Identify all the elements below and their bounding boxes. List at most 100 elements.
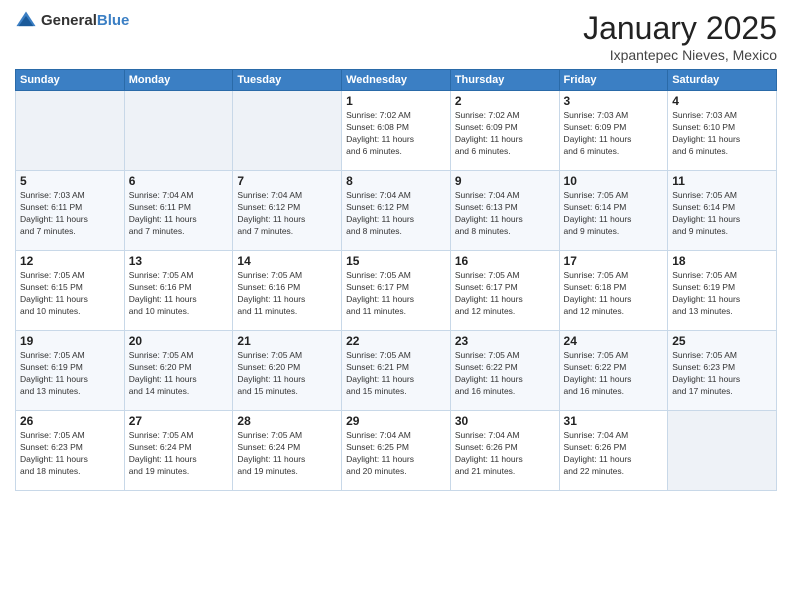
calendar-cell: 20 Sunrise: 7:05 AM Sunset: 6:20 PM Dayli… [124,331,233,411]
day-info: Sunrise: 7:05 AM Sunset: 6:23 PM Dayligh… [672,350,772,398]
day-info: Sunrise: 7:05 AM Sunset: 6:14 PM Dayligh… [564,190,664,238]
day-number: 20 [129,334,229,348]
day-info: Sunrise: 7:05 AM Sunset: 6:15 PM Dayligh… [20,270,120,318]
col-tuesday: Tuesday [233,70,342,91]
col-friday: Friday [559,70,668,91]
col-wednesday: Wednesday [342,70,451,91]
calendar-cell: 30 Sunrise: 7:04 AM Sunset: 6:26 PM Dayli… [450,411,559,491]
day-info: Sunrise: 7:04 AM Sunset: 6:12 PM Dayligh… [237,190,337,238]
location-title: Ixpantepec Nieves, Mexico [583,47,777,63]
day-info: Sunrise: 7:05 AM Sunset: 6:16 PM Dayligh… [129,270,229,318]
calendar-cell [233,91,342,171]
day-info: Sunrise: 7:05 AM Sunset: 6:14 PM Dayligh… [672,190,772,238]
calendar-header: Sunday Monday Tuesday Wednesday Thursday… [16,70,777,91]
day-number: 3 [564,94,664,108]
day-number: 24 [564,334,664,348]
day-number: 14 [237,254,337,268]
day-info: Sunrise: 7:05 AM Sunset: 6:18 PM Dayligh… [564,270,664,318]
day-number: 26 [20,414,120,428]
day-number: 19 [20,334,120,348]
calendar-cell: 9Sunrise: 7:04 AM Sunset: 6:13 PM Daylig… [450,171,559,251]
day-info: Sunrise: 7:02 AM Sunset: 6:08 PM Dayligh… [346,110,446,158]
day-info: Sunrise: 7:05 AM Sunset: 6:17 PM Dayligh… [346,270,446,318]
calendar-body: 1Sunrise: 7:02 AM Sunset: 6:08 PM Daylig… [16,91,777,491]
day-info: Sunrise: 7:04 AM Sunset: 6:26 PM Dayligh… [455,430,555,478]
calendar-week-2: 5Sunrise: 7:03 AM Sunset: 6:11 PM Daylig… [16,171,777,251]
day-info: Sunrise: 7:05 AM Sunset: 6:16 PM Dayligh… [237,270,337,318]
calendar-cell: 25 Sunrise: 7:05 AM Sunset: 6:23 PM Dayli… [668,331,777,411]
day-number: 8 [346,174,446,188]
day-number: 18 [672,254,772,268]
calendar-cell: 21 Sunrise: 7:05 AM Sunset: 6:20 PM Dayli… [233,331,342,411]
day-number: 28 [237,414,337,428]
day-info: Sunrise: 7:03 AM Sunset: 6:09 PM Dayligh… [564,110,664,158]
day-info: Sunrise: 7:05 AM Sunset: 6:21 PM Dayligh… [346,350,446,398]
header-row: Sunday Monday Tuesday Wednesday Thursday… [16,70,777,91]
calendar-cell: 19 Sunrise: 7:05 AM Sunset: 6:19 PM Dayli… [16,331,125,411]
logo-icon [15,10,37,32]
col-monday: Monday [124,70,233,91]
page-container: GeneralBlue January 2025 Ixpantepec Niev… [0,0,792,501]
calendar-cell: 10 Sunrise: 7:05 AM Sunset: 6:14 PM Dayli… [559,171,668,251]
day-info: Sunrise: 7:03 AM Sunset: 6:11 PM Dayligh… [20,190,120,238]
calendar-cell: 3 Sunrise: 7:03 AM Sunset: 6:09 PM Daylig… [559,91,668,171]
calendar-cell: 2Sunrise: 7:02 AM Sunset: 6:09 PM Daylig… [450,91,559,171]
day-number: 2 [455,94,555,108]
col-sunday: Sunday [16,70,125,91]
calendar-cell: 17 Sunrise: 7:05 AM Sunset: 6:18 PM Dayli… [559,251,668,331]
logo-blue: Blue [97,12,130,29]
day-number: 9 [455,174,555,188]
day-number: 7 [237,174,337,188]
day-info: Sunrise: 7:05 AM Sunset: 6:19 PM Dayligh… [20,350,120,398]
day-number: 27 [129,414,229,428]
calendar-week-4: 19 Sunrise: 7:05 AM Sunset: 6:19 PM Dayli… [16,331,777,411]
day-info: Sunrise: 7:05 AM Sunset: 6:24 PM Dayligh… [237,430,337,478]
calendar-cell: 29Sunrise: 7:04 AM Sunset: 6:25 PM Dayli… [342,411,451,491]
col-saturday: Saturday [668,70,777,91]
day-number: 10 [564,174,664,188]
calendar-week-1: 1Sunrise: 7:02 AM Sunset: 6:08 PM Daylig… [16,91,777,171]
col-thursday: Thursday [450,70,559,91]
calendar-cell: 5Sunrise: 7:03 AM Sunset: 6:11 PM Daylig… [16,171,125,251]
calendar-cell: 16 Sunrise: 7:05 AM Sunset: 6:17 PM Dayli… [450,251,559,331]
day-number: 29 [346,414,446,428]
calendar-cell: 26 Sunrise: 7:05 AM Sunset: 6:23 PM Dayli… [16,411,125,491]
day-info: Sunrise: 7:05 AM Sunset: 6:17 PM Dayligh… [455,270,555,318]
day-number: 30 [455,414,555,428]
day-number: 31 [564,414,664,428]
calendar-cell: 28 Sunrise: 7:05 AM Sunset: 6:24 PM Dayli… [233,411,342,491]
calendar-cell: 23Sunrise: 7:05 AM Sunset: 6:22 PM Dayli… [450,331,559,411]
day-number: 22 [346,334,446,348]
calendar-cell: 7 Sunrise: 7:04 AM Sunset: 6:12 PM Daylig… [233,171,342,251]
calendar-cell: 24Sunrise: 7:05 AM Sunset: 6:22 PM Dayli… [559,331,668,411]
day-number: 23 [455,334,555,348]
calendar-cell: 12 Sunrise: 7:05 AM Sunset: 6:15 PM Dayli… [16,251,125,331]
day-info: Sunrise: 7:05 AM Sunset: 6:20 PM Dayligh… [129,350,229,398]
day-info: Sunrise: 7:05 AM Sunset: 6:20 PM Dayligh… [237,350,337,398]
day-info: Sunrise: 7:05 AM Sunset: 6:23 PM Dayligh… [20,430,120,478]
title-block: January 2025 Ixpantepec Nieves, Mexico [583,10,777,63]
day-info: Sunrise: 7:05 AM Sunset: 6:24 PM Dayligh… [129,430,229,478]
day-info: Sunrise: 7:03 AM Sunset: 6:10 PM Dayligh… [672,110,772,158]
day-number: 15 [346,254,446,268]
calendar-cell: 22 Sunrise: 7:05 AM Sunset: 6:21 PM Dayli… [342,331,451,411]
calendar-cell: 13 Sunrise: 7:05 AM Sunset: 6:16 PM Dayli… [124,251,233,331]
day-number: 25 [672,334,772,348]
day-number: 12 [20,254,120,268]
calendar-table: Sunday Monday Tuesday Wednesday Thursday… [15,69,777,491]
day-number: 17 [564,254,664,268]
day-number: 13 [129,254,229,268]
calendar-cell: 14 Sunrise: 7:05 AM Sunset: 6:16 PM Dayli… [233,251,342,331]
logo-general: General [41,12,97,29]
day-number: 21 [237,334,337,348]
calendar-cell: 18 Sunrise: 7:05 AM Sunset: 6:19 PM Dayli… [668,251,777,331]
calendar-cell [668,411,777,491]
header: GeneralBlue January 2025 Ixpantepec Niev… [15,10,777,63]
day-number: 11 [672,174,772,188]
calendar-cell: 31Sunrise: 7:04 AM Sunset: 6:26 PM Dayli… [559,411,668,491]
calendar-cell: 1Sunrise: 7:02 AM Sunset: 6:08 PM Daylig… [342,91,451,171]
calendar-cell [16,91,125,171]
day-info: Sunrise: 7:05 AM Sunset: 6:19 PM Dayligh… [672,270,772,318]
day-info: Sunrise: 7:04 AM Sunset: 6:12 PM Dayligh… [346,190,446,238]
day-number: 16 [455,254,555,268]
